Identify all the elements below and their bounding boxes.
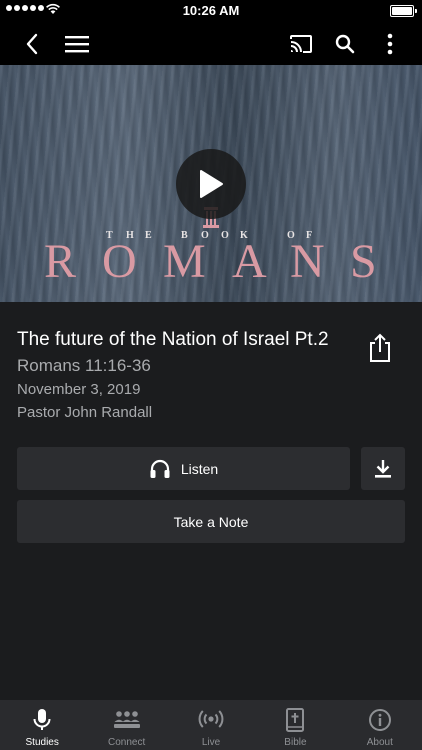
sermon-date: November 3, 2019 — [17, 381, 141, 398]
take-note-button[interactable]: Take a Note — [17, 500, 405, 543]
listen-label: Listen — [180, 460, 219, 477]
take-note-label: Take a Note — [173, 513, 249, 530]
share-icon — [370, 333, 390, 362]
download-icon — [375, 459, 391, 478]
tab-label: Bible — [284, 737, 307, 748]
menu-button[interactable] — [63, 22, 91, 65]
tab-label: Connect — [107, 737, 146, 748]
status-time: 10:26 AM — [182, 3, 240, 18]
back-button[interactable] — [18, 22, 46, 65]
tab-studies[interactable]: Studies — [0, 700, 84, 750]
play-button[interactable] — [176, 149, 246, 219]
share-button[interactable] — [366, 332, 394, 364]
tab-bar: Studies Connect Live Bible About — [0, 700, 422, 750]
bible-icon — [286, 708, 305, 732]
group-icon — [113, 711, 140, 728]
tab-about[interactable]: About — [338, 700, 422, 750]
nav-bar — [0, 22, 422, 65]
tab-label: Live — [201, 737, 221, 748]
cast-icon — [290, 34, 312, 53]
tab-connect[interactable]: Connect — [84, 700, 168, 750]
download-button[interactable] — [361, 447, 405, 490]
status-bar: 10:26 AM — [0, 0, 422, 22]
tab-label: About — [366, 737, 393, 748]
battery-icon — [390, 5, 417, 17]
broadcast-icon — [198, 710, 224, 728]
headphones-icon — [150, 459, 170, 478]
sermon-title: The future of the Nation of Israel Pt.2 — [17, 329, 329, 350]
more-vertical-icon — [387, 33, 393, 54]
tab-bible[interactable]: Bible — [253, 700, 337, 750]
series-title-art: R O M A N S — [44, 235, 377, 288]
search-button[interactable] — [331, 22, 359, 65]
microphone-icon — [33, 709, 51, 730]
search-icon — [335, 34, 355, 53]
sermon-artwork: T H E B O O K O F R O M A N S — [0, 65, 422, 302]
tab-live[interactable]: Live — [169, 700, 253, 750]
scripture-reference: Romans 11:16-36 — [17, 356, 151, 375]
speaker-name: Pastor John Randall — [17, 404, 153, 421]
more-options-button[interactable] — [376, 22, 404, 65]
tab-label: Studies — [25, 737, 59, 748]
info-icon — [368, 709, 391, 731]
play-icon — [200, 170, 223, 198]
listen-button[interactable]: Listen — [17, 447, 350, 490]
hamburger-icon — [65, 35, 89, 52]
cast-button[interactable] — [286, 22, 316, 65]
chevron-left-icon — [26, 33, 38, 54]
